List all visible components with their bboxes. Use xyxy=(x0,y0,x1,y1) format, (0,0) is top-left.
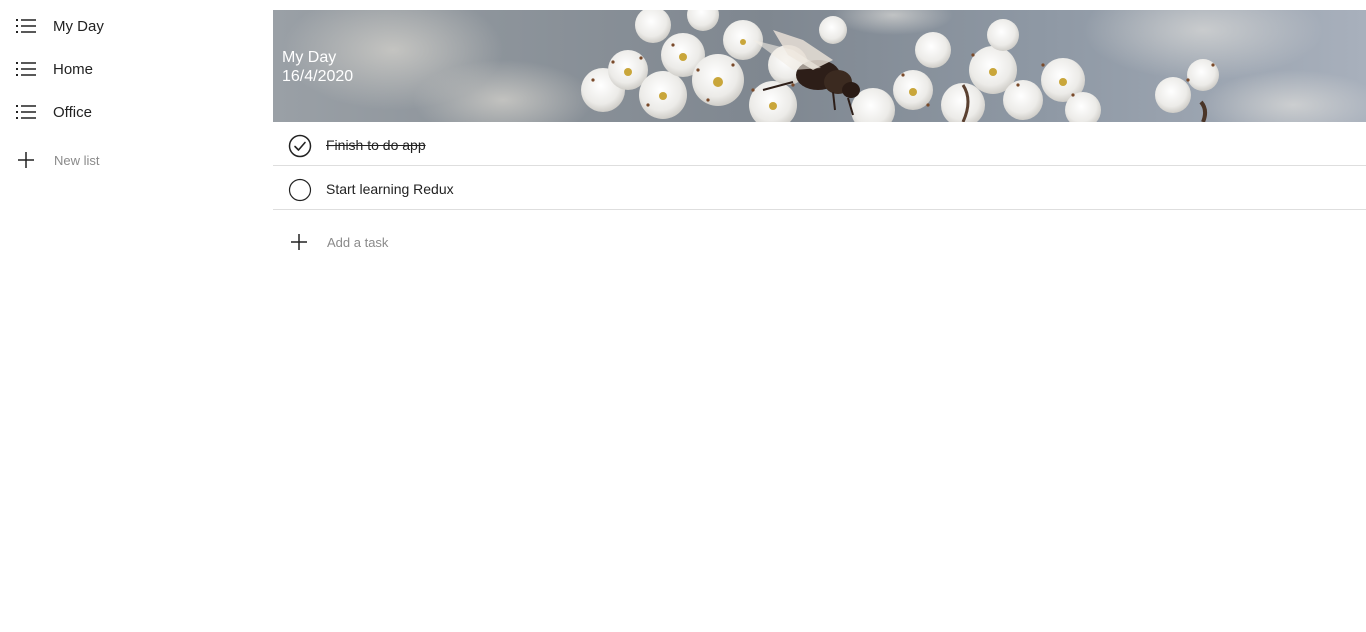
empty-circle-icon[interactable] xyxy=(288,178,312,202)
task-item[interactable]: Start learning Redux xyxy=(273,166,1366,210)
sidebar-item-label: My Day xyxy=(53,17,104,35)
list-icon xyxy=(16,19,36,33)
list-date: 16/4/2020 xyxy=(282,68,354,85)
task-text: Finish to do app xyxy=(326,137,426,153)
new-list-button[interactable]: New list xyxy=(0,144,260,176)
sidebar-item-label: Office xyxy=(53,103,92,121)
new-list-label: New list xyxy=(54,152,100,168)
todo-app: My Day Home Office New list My Day 16/4/… xyxy=(0,0,1366,632)
add-task-input[interactable] xyxy=(325,231,929,253)
plus-icon[interactable] xyxy=(289,232,309,252)
list-icon xyxy=(16,62,36,76)
banner-background-image xyxy=(283,10,1366,122)
list-icon xyxy=(16,105,36,119)
sidebar-item-home[interactable]: Home xyxy=(0,53,260,85)
list-header-banner: My Day 16/4/2020 xyxy=(273,10,1366,122)
sidebar-item-my-day[interactable]: My Day xyxy=(0,10,260,42)
sidebar: My Day Home Office New list xyxy=(0,0,273,632)
add-task-row xyxy=(273,226,1366,258)
sidebar-item-label: Home xyxy=(53,60,94,78)
task-text: Start learning Redux xyxy=(326,181,454,197)
check-circle-icon[interactable] xyxy=(288,134,312,158)
plus-icon xyxy=(18,152,34,168)
list-title: My Day xyxy=(282,49,337,66)
task-item[interactable]: Finish to do app xyxy=(273,122,1366,166)
sidebar-item-office[interactable]: Office xyxy=(0,96,260,128)
